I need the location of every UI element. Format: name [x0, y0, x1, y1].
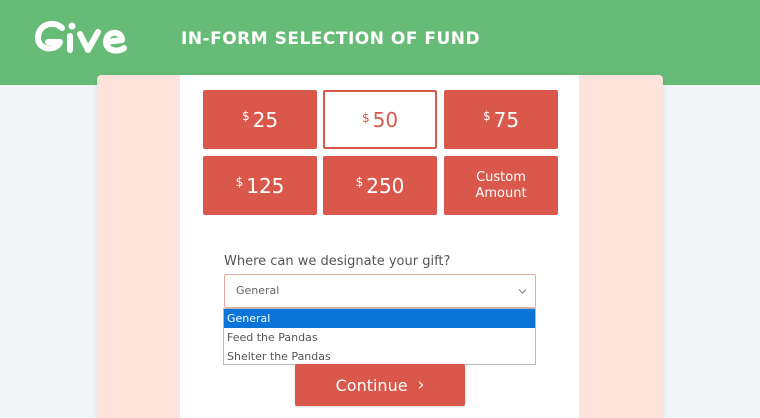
custom-amount-label: Custom Amount — [475, 170, 526, 202]
currency-symbol: $ — [235, 175, 244, 189]
header-bar: IN-FORM SELECTION OF FUND — [0, 0, 760, 85]
currency-symbol: $ — [361, 111, 370, 125]
amount-value: 125 — [246, 173, 285, 198]
amount-value: 250 — [366, 173, 405, 198]
amount-value: 25 — [252, 107, 279, 132]
amount-button-125[interactable]: $ 125 — [203, 156, 317, 215]
custom-amount-button[interactable]: Custom Amount — [444, 156, 558, 215]
chevron-down-icon — [518, 289, 527, 294]
amount-button-25[interactable]: $ 25 — [203, 90, 317, 149]
designation-prompt: Where can we designate your gift? — [224, 254, 451, 269]
amount-value: 75 — [493, 107, 520, 132]
custom-amount-line1: Custom — [476, 169, 526, 185]
amount-button-75[interactable]: $ 75 — [444, 90, 558, 149]
continue-button[interactable]: Continue › — [295, 364, 465, 406]
amount-button-50[interactable]: $ 50 — [323, 90, 437, 149]
currency-symbol: $ — [482, 109, 491, 123]
currency-symbol: $ — [355, 175, 364, 189]
fund-select-value: General — [236, 284, 280, 297]
page-title: IN-FORM SELECTION OF FUND — [181, 29, 481, 49]
continue-label: Continue — [335, 375, 408, 395]
fund-option-feed-the-pandas[interactable]: Feed the Pandas — [224, 328, 535, 347]
fund-select[interactable]: General — [224, 274, 536, 308]
amount-value: 50 — [372, 107, 399, 132]
fund-option-general[interactable]: General — [224, 309, 535, 328]
chevron-right-icon: › — [417, 375, 425, 395]
amount-button-250[interactable]: $ 250 — [323, 156, 437, 215]
currency-symbol: $ — [241, 109, 250, 123]
custom-amount-line2: Amount — [475, 185, 527, 201]
fund-dropdown-list: General Feed the Pandas Shelter the Pand… — [223, 308, 536, 365]
give-logo — [35, 20, 127, 54]
